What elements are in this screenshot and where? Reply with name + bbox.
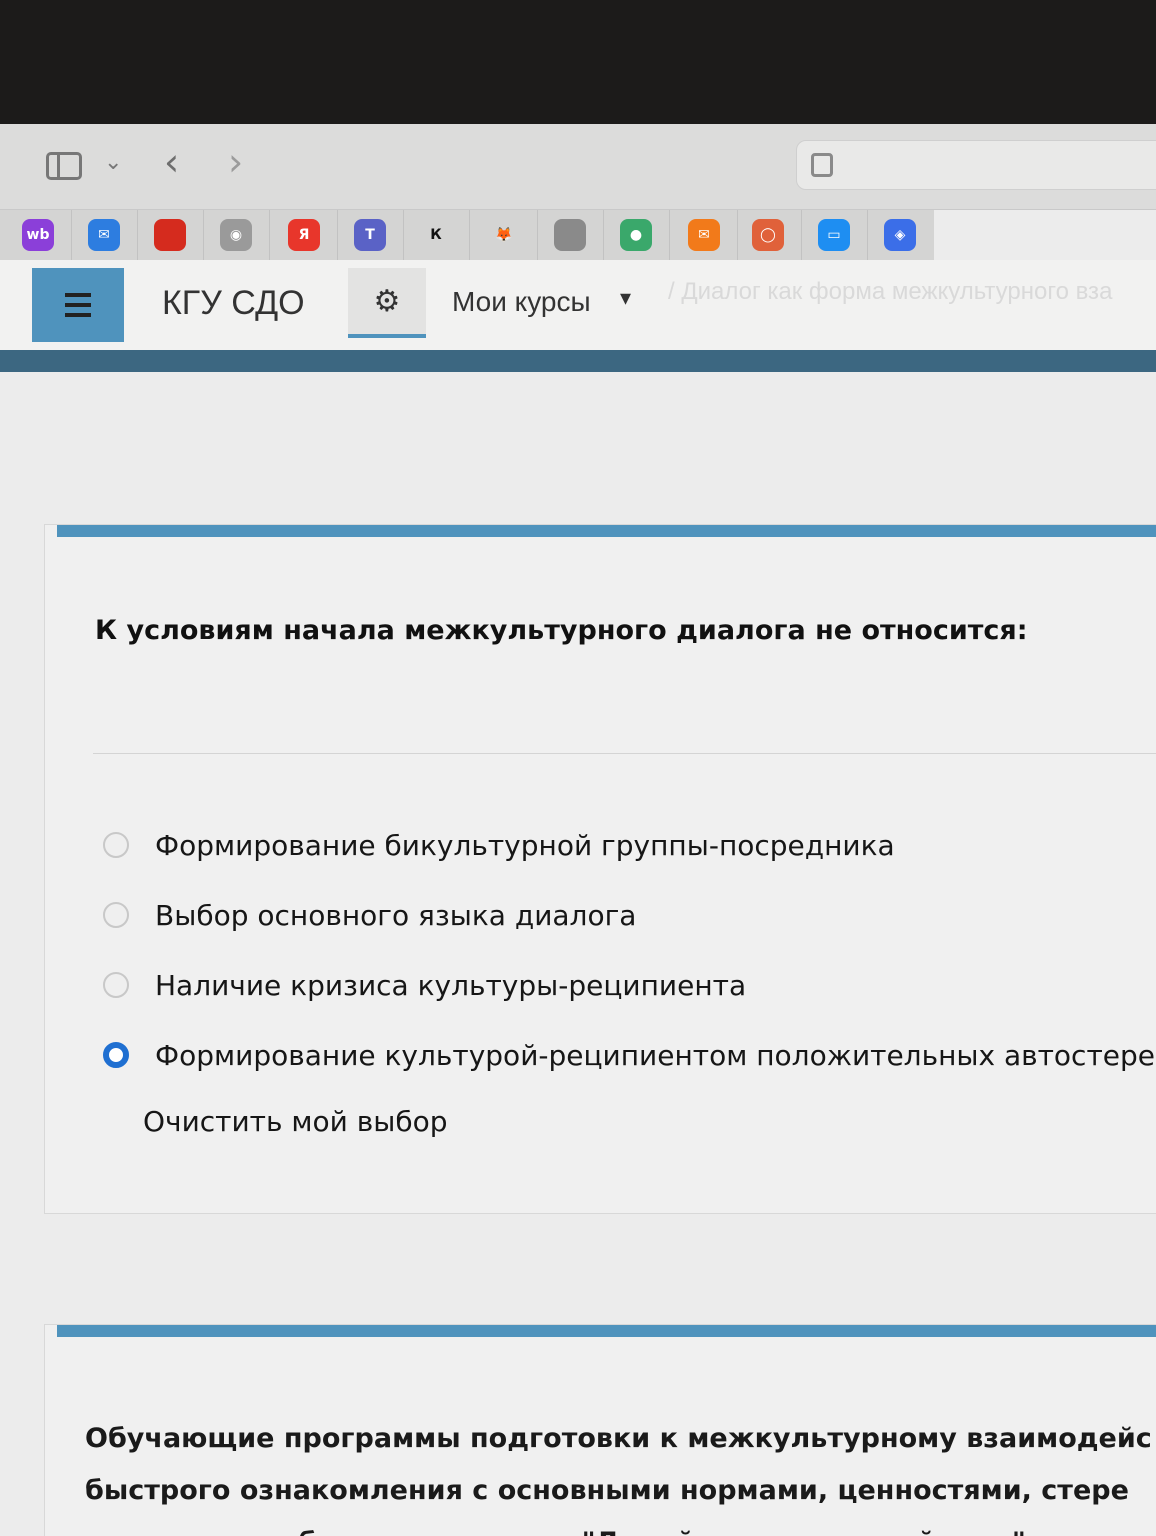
favorites-separator	[537, 210, 538, 260]
question-line: быстрого ознакомления с основными нормам…	[85, 1475, 1129, 1506]
clear-choice-link[interactable]: Очистить мой выбор	[143, 1105, 448, 1138]
radio-button[interactable]	[103, 972, 129, 998]
question-line: помощью особых правил типа: "Делай это и…	[85, 1517, 1152, 1536]
favorite-flag-ru-icon[interactable]	[154, 219, 186, 251]
answer-label[interactable]: Формирование бикультурной группы-посредн…	[155, 829, 895, 862]
favorites-separator	[203, 210, 204, 260]
favorites-separator	[669, 210, 670, 260]
favorites-separator	[137, 210, 138, 260]
favorites-separator	[867, 210, 868, 260]
site-header: КГУ СДО ⚙ Мои курсы ▾ / Диалог как форма…	[0, 260, 1156, 350]
address-bar[interactable]	[796, 140, 1156, 190]
settings-gear-icon[interactable]: ⚙	[348, 268, 426, 338]
question-text-2: Обучающие программы подготовки к межкуль…	[85, 1413, 1152, 1536]
favorite-kinopoisk-icon[interactable]: К	[420, 219, 452, 251]
caret-down-icon[interactable]: ▾	[620, 286, 631, 311]
question-card: К условиям начала межкультурного диалога…	[44, 524, 1156, 1214]
back-icon[interactable]: ‹	[164, 140, 179, 184]
my-courses-menu[interactable]: Мои курсы	[452, 286, 591, 318]
favorites-separator	[71, 210, 72, 260]
favorite-emblem-icon[interactable]: ◉	[220, 219, 252, 251]
favorite-yandex-icon[interactable]: Я	[288, 219, 320, 251]
breadcrumb: / Диалог как форма межкультурного вза	[668, 278, 1113, 305]
answer-label[interactable]: Формирование культурой-реципиентом полож…	[155, 1039, 1156, 1072]
favorites-separator	[403, 210, 404, 260]
favorite-teams-icon[interactable]: T	[354, 219, 386, 251]
hamburger-icon	[65, 290, 91, 320]
answer-option[interactable]: Формирование бикультурной группы-посредн…	[103, 825, 895, 865]
answer-option[interactable]: Наличие кризиса культуры-реципиента	[103, 965, 746, 1005]
favorites-separator	[469, 210, 470, 260]
favorites-separator	[603, 210, 604, 260]
header-stripe	[0, 350, 1156, 372]
question-text: К условиям начала межкультурного диалога…	[95, 615, 1028, 646]
favorites-separator	[737, 210, 738, 260]
favorite-compass-icon[interactable]: ◈	[884, 219, 916, 251]
favorite-dots-icon[interactable]: ●	[620, 219, 652, 251]
answer-option[interactable]: Выбор основного языка диалога	[103, 895, 636, 935]
favorites-bar: wb ✉ ◉ Я T К 🦊 ● ✉ ◯ ▭ ◈	[0, 210, 934, 260]
favorite-chat-icon[interactable]: ▭	[818, 219, 850, 251]
favorite-fox-icon[interactable]: 🦊	[488, 219, 520, 251]
radio-button[interactable]	[103, 902, 129, 928]
favorite-wb-icon[interactable]: wb	[22, 219, 54, 251]
favorite-mail-icon[interactable]: ✉	[88, 219, 120, 251]
favorites-separator	[801, 210, 802, 260]
card-stripe	[57, 525, 1156, 537]
favorite-mailru-icon[interactable]: ✉	[688, 219, 720, 251]
chevron-down-icon[interactable]: ⌄	[104, 150, 122, 175]
radio-button-checked[interactable]	[103, 1042, 129, 1068]
answer-label[interactable]: Наличие кризиса культуры-реципиента	[155, 969, 746, 1002]
forward-icon[interactable]: ›	[228, 140, 243, 184]
question-card-2: Обучающие программы подготовки к межкуль…	[44, 1324, 1156, 1536]
sidebar-icon[interactable]	[46, 152, 82, 180]
radio-button[interactable]	[103, 832, 129, 858]
browser-window: ⌄ ‹ › wb ✉ ◉ Я T К 🦊 ● ✉ ◯ ▭ ◈ КГУ СДО ⚙ Мои курсы …	[0, 124, 1156, 1536]
menu-button[interactable]	[32, 268, 124, 342]
favorites-separator	[337, 210, 338, 260]
card-stripe	[57, 1325, 1156, 1337]
favorite-apple-icon[interactable]	[554, 219, 586, 251]
favorites-separator	[269, 210, 270, 260]
answer-option-selected[interactable]: Формирование культурой-реципиентом полож…	[103, 1035, 1156, 1075]
question-line: Обучающие программы подготовки к межкуль…	[85, 1423, 1152, 1454]
site-title[interactable]: КГУ СДО	[162, 284, 305, 323]
divider	[93, 753, 1156, 754]
favorite-circle-icon[interactable]: ◯	[752, 219, 784, 251]
browser-toolbar: ⌄ ‹ ›	[0, 124, 1156, 210]
reader-icon[interactable]	[811, 153, 833, 177]
answer-label[interactable]: Выбор основного языка диалога	[155, 899, 636, 932]
